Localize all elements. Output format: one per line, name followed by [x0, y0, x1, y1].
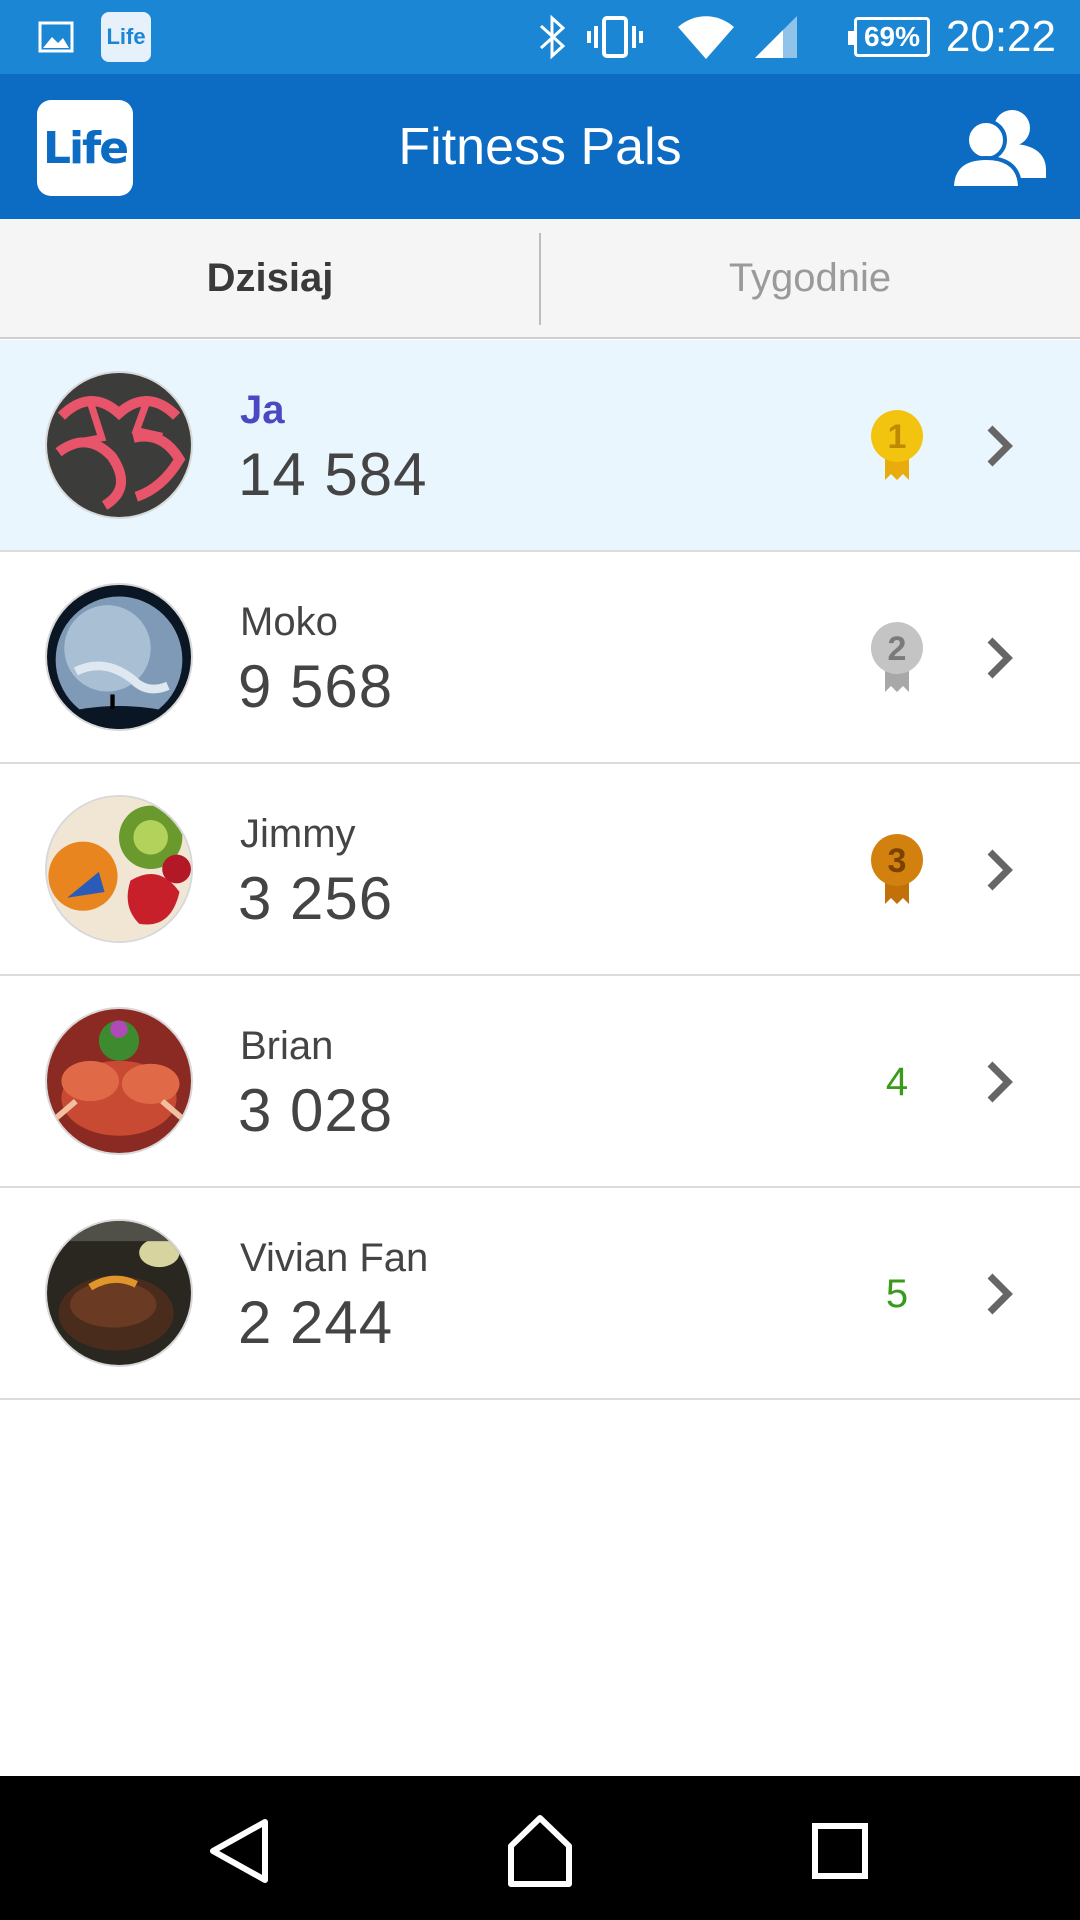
system-nav-bar — [0, 1776, 1080, 1920]
back-icon[interactable] — [195, 1806, 285, 1896]
app-bar: Fitness Pals Life — [0, 74, 1080, 219]
step-count: 9 568 — [238, 653, 394, 720]
avatar — [45, 795, 193, 943]
rank-number: 5 — [885, 1271, 909, 1316]
list-item[interactable]: Ja 14 584 1 — [0, 340, 1080, 552]
chevron-right-icon — [987, 425, 1013, 467]
rank-number: 3 — [888, 842, 907, 880]
rank-number: 2 — [888, 630, 907, 668]
step-count: 2 244 — [238, 1289, 394, 1356]
life-app-icon: Life — [100, 0, 152, 74]
leaderboard-list: Ja 14 584 1 Moko 9 568 2 Jimmy 3 256 3 B… — [0, 340, 1080, 1400]
avatar — [45, 371, 193, 519]
list-item[interactable]: Brian 3 028 4 — [0, 976, 1080, 1188]
tab-today[interactable]: Dzisiaj — [0, 219, 540, 337]
avatar — [45, 1219, 193, 1367]
page-title: Fitness Pals — [398, 117, 682, 176]
friend-name: Ja — [240, 388, 285, 432]
list-item[interactable]: Moko 9 568 2 — [0, 552, 1080, 764]
avatar — [45, 1007, 193, 1155]
recents-icon[interactable] — [795, 1806, 885, 1896]
step-count: 3 256 — [238, 865, 394, 932]
silver-medal-icon: 2 — [862, 618, 932, 698]
chevron-right-icon — [987, 849, 1013, 891]
period-tabs: Dzisiaj Tygodnie — [0, 219, 1080, 339]
friend-name: Moko — [240, 600, 338, 644]
tab-divider — [539, 233, 541, 325]
avatar — [45, 583, 193, 731]
friend-name: Jimmy — [240, 812, 356, 856]
app-logo-text: Life — [42, 122, 129, 174]
wifi-icon — [676, 0, 736, 74]
chevron-right-icon — [987, 637, 1013, 679]
tab-weekly[interactable]: Tygodnie — [540, 219, 1080, 337]
home-icon[interactable] — [495, 1806, 585, 1896]
app-logo[interactable]: Life — [37, 100, 133, 196]
gold-medal-icon: 1 — [862, 406, 932, 486]
chevron-right-icon — [987, 1061, 1013, 1103]
friend-name: Vivian Fan — [240, 1236, 429, 1280]
list-item[interactable]: Vivian Fan 2 244 5 — [0, 1188, 1080, 1400]
status-bar: Life 69% 20:22 — [0, 0, 1080, 74]
friends-button[interactable] — [949, 96, 1050, 196]
step-count: 14 584 — [238, 441, 428, 508]
signal-icon — [752, 0, 800, 74]
vibrate-icon — [586, 0, 644, 74]
rank-number: 1 — [888, 418, 907, 456]
bronze-medal-icon: 3 — [862, 830, 932, 910]
rank-number: 4 — [885, 1059, 909, 1104]
bluetooth-icon — [532, 0, 572, 74]
friend-name: Brian — [240, 1024, 334, 1068]
chevron-right-icon — [987, 1273, 1013, 1315]
battery-level: 69% — [848, 17, 930, 57]
list-item[interactable]: Jimmy 3 256 3 — [0, 764, 1080, 976]
life-app-icon-label: Life — [101, 12, 151, 62]
clock: 20:22 — [945, 12, 1056, 61]
friends-icon — [949, 110, 1046, 190]
battery-icon: 69% — [848, 0, 932, 74]
step-count: 3 028 — [238, 1077, 394, 1144]
image-icon — [34, 0, 78, 74]
